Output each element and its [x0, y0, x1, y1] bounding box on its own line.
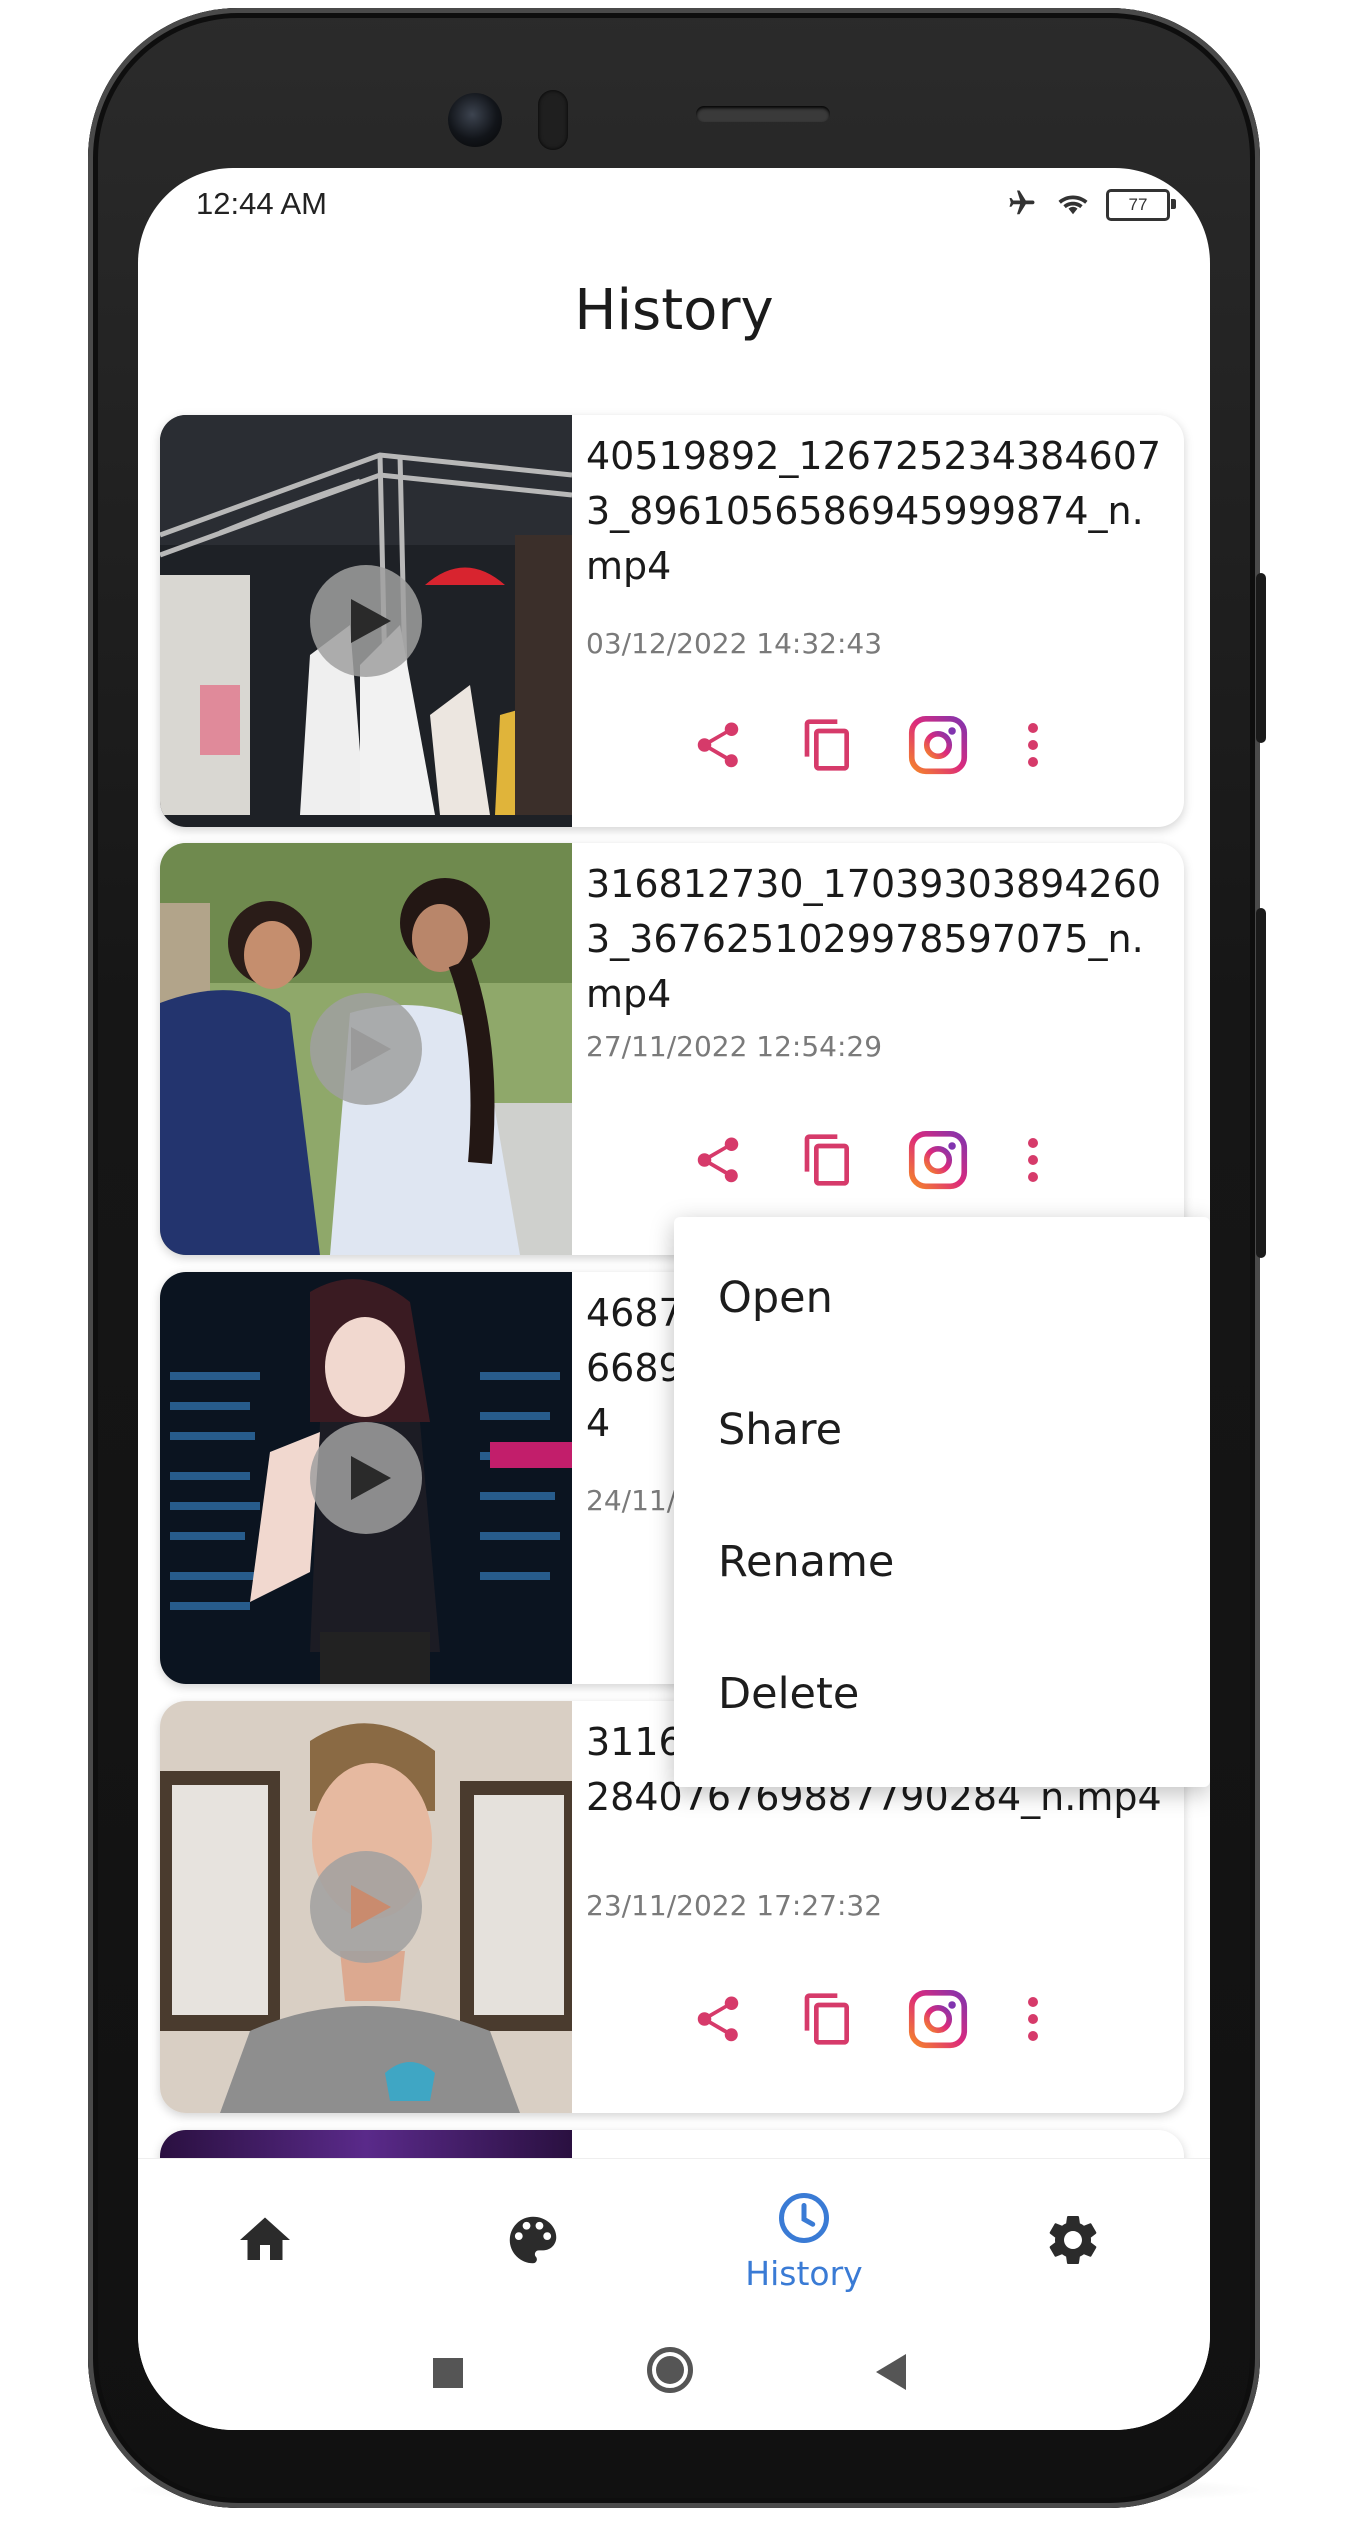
front-camera: [448, 93, 502, 147]
copy-button[interactable]: [798, 1130, 858, 1190]
instagram-button[interactable]: [908, 1130, 968, 1190]
nav-home[interactable]: [175, 2159, 355, 2321]
play-button[interactable]: [310, 993, 422, 1105]
copy-icon: [804, 719, 849, 771]
share-icon: [697, 722, 739, 768]
status-icons: 77: [1004, 188, 1176, 222]
more-vert-icon: [1028, 1997, 1038, 2041]
volume-button: [1256, 573, 1266, 743]
home-system-button[interactable]: [647, 2347, 693, 2393]
menu-item-delete[interactable]: Delete: [718, 1669, 859, 1719]
system-navigation-bar: [138, 2320, 1210, 2430]
share-button[interactable]: [688, 715, 748, 775]
proximity-sensor: [538, 90, 568, 150]
video-date: 27/11/2022 12:54:29: [586, 1030, 883, 1063]
video-thumbnail[interactable]: [160, 1272, 572, 1684]
share-icon: [697, 1996, 739, 2042]
item-actions: [688, 1130, 1048, 1190]
copy-icon: [804, 1134, 849, 1186]
history-clock-icon: [779, 2192, 829, 2243]
instagram-icon: [908, 1989, 968, 2049]
context-menu: Open Share Rename Delete: [674, 1217, 1210, 1787]
copy-icon: [804, 1993, 849, 2045]
bottom-navigation: History: [138, 2158, 1210, 2321]
video-thumbnail[interactable]: [160, 415, 573, 827]
more-vert-icon: [1028, 1138, 1038, 1182]
history-item[interactable]: 40519892_1267252343846073_89610565869459…: [160, 415, 1184, 827]
page-title: History: [574, 278, 774, 343]
more-vert-icon: [1028, 723, 1038, 767]
item-actions: [688, 715, 1048, 775]
share-icon: [697, 1137, 739, 1183]
status-time: 12:44 AM: [196, 186, 327, 221]
menu-item-open[interactable]: Open: [718, 1273, 833, 1323]
play-button[interactable]: [310, 1851, 422, 1963]
palette-icon: [509, 2216, 557, 2264]
nav-history-label: History: [745, 2253, 863, 2293]
more-options-button[interactable]: [1018, 715, 1048, 775]
back-button[interactable]: [876, 2354, 906, 2390]
video-filename: 40519892_1267252343846073_89610565869459…: [586, 434, 1162, 588]
recents-button[interactable]: [433, 2358, 463, 2388]
nav-history[interactable]: History: [714, 2159, 894, 2321]
video-thumbnail[interactable]: [160, 1701, 572, 2113]
video-date: 23/11/2022 17:27:32: [586, 1889, 883, 1922]
share-button[interactable]: [688, 1130, 748, 1190]
instagram-button[interactable]: [908, 715, 968, 775]
menu-item-share[interactable]: Share: [718, 1405, 842, 1455]
more-options-button[interactable]: [1018, 1989, 1048, 2049]
video-filename: 316812730_170393038942603_36762510299785…: [586, 862, 1162, 1016]
settings-gear-icon: [1049, 2216, 1097, 2264]
battery-icon: 77: [1106, 189, 1176, 221]
instagram-icon: [908, 1130, 968, 1190]
instagram-button[interactable]: [908, 1989, 968, 2049]
airplane-mode-icon: [1004, 188, 1040, 222]
wifi-icon: [1054, 188, 1092, 222]
instagram-icon: [908, 715, 968, 775]
history-item[interactable]: 316812730_170393038942603_36762510299785…: [160, 843, 1184, 1255]
more-options-button[interactable]: [1018, 1130, 1048, 1190]
play-button[interactable]: [310, 565, 422, 677]
menu-item-rename[interactable]: Rename: [718, 1537, 894, 1587]
power-button: [1256, 908, 1266, 1258]
nav-settings[interactable]: [983, 2159, 1163, 2321]
item-actions: [688, 1989, 1048, 2049]
copy-button[interactable]: [798, 1989, 858, 2049]
home-icon: [240, 2217, 290, 2260]
video-thumbnail[interactable]: [160, 843, 572, 1255]
app-screen: 12:44 AM 77 History 40519892_12672523438…: [138, 168, 1210, 2430]
play-button[interactable]: [310, 1422, 422, 1534]
earpiece-speaker: [696, 106, 830, 122]
video-date: 03/12/2022 14:32:43: [586, 627, 883, 660]
nav-themes[interactable]: [443, 2159, 623, 2321]
share-button[interactable]: [688, 1989, 748, 2049]
copy-button[interactable]: [798, 715, 858, 775]
